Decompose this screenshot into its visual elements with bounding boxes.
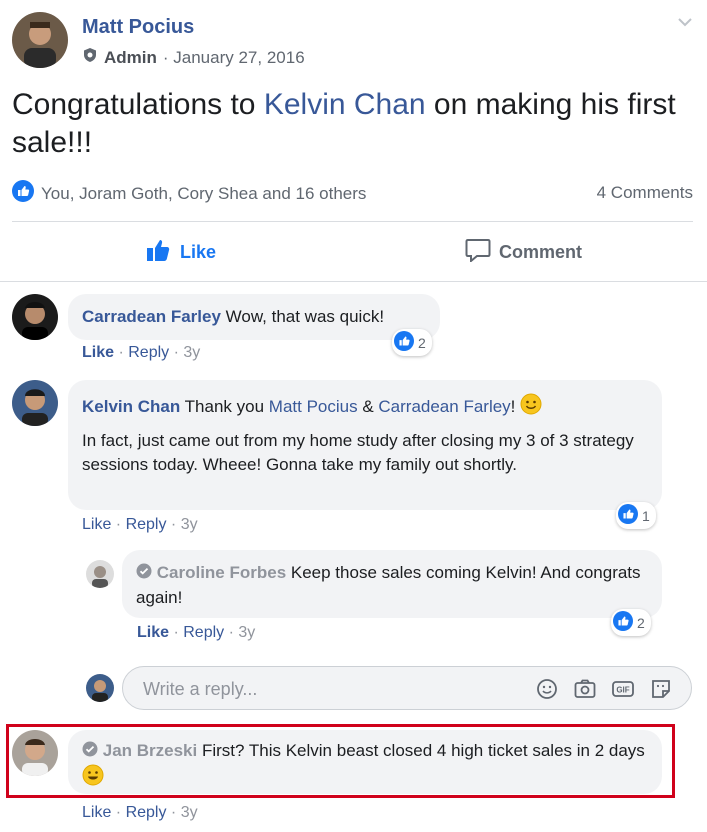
comment-like-link[interactable]: Like	[82, 516, 111, 533]
comment-time[interactable]: 3y	[238, 624, 255, 641]
comment-reply-link[interactable]: Reply	[126, 804, 167, 821]
like-label: Like	[180, 242, 217, 262]
comment-actions: Like · Reply · 3y	[82, 516, 198, 533]
comment-reply-link[interactable]: Reply	[128, 344, 169, 361]
reactions-summary[interactable]: You, Joram Goth, Cory Shea and 16 others	[12, 180, 366, 207]
reaction-count: 2	[418, 334, 426, 351]
svg-text:GIF: GIF	[616, 686, 629, 695]
comments-count[interactable]: 4 Comments	[597, 183, 693, 203]
commenter-name[interactable]: Carradean Farley	[82, 307, 221, 326]
commenter-avatar[interactable]	[12, 294, 58, 340]
admin-badge-icon	[82, 47, 98, 68]
reply-bubble: Caroline Forbes Keep those sales coming …	[122, 550, 662, 618]
post-author-name[interactable]: Matt Pocius	[82, 16, 194, 39]
divider	[12, 221, 693, 222]
comment-bubble: Kelvin Chan Thank you Matt Pocius & Carr…	[68, 380, 662, 510]
commenter-avatar[interactable]	[12, 730, 58, 776]
comment-mention[interactable]: Carradean Farley	[378, 397, 510, 416]
commenter-name[interactable]: Caroline Forbes	[157, 563, 286, 582]
like-reaction-icon	[12, 180, 34, 207]
reply-input[interactable]	[141, 678, 505, 701]
like-reaction-icon	[618, 504, 638, 527]
comment-text: Caroline Forbes Keep those sales coming …	[136, 561, 646, 610]
author-avatar[interactable]	[12, 12, 68, 68]
comment-label: Comment	[499, 242, 583, 262]
comment-reply-link[interactable]: Reply	[126, 516, 167, 533]
post-text: Congratulations to Kelvin Chan on making…	[12, 86, 692, 162]
reaction-count: 2	[637, 614, 645, 631]
post-date[interactable]: · January 27, 2016	[163, 48, 305, 68]
reaction-count: 1	[642, 507, 650, 524]
comment-bubble: Carradean Farley Wow, that was quick!	[68, 294, 440, 340]
post-meta: Admin · January 27, 2016	[82, 47, 305, 68]
emoji-icon[interactable]	[535, 677, 559, 706]
like-reaction-icon	[613, 611, 633, 634]
reactions-text[interactable]: You, Joram Goth, Cory Shea and 16 others	[41, 184, 366, 204]
comment-body: Thank you	[180, 396, 269, 416]
like-reaction-icon	[394, 331, 414, 354]
comment-like-link[interactable]: Like	[82, 804, 111, 821]
comment-actions: Like · Reply · 3y	[137, 624, 256, 641]
comment-body: Wow, that was quick!	[220, 307, 385, 326]
reply-input-box[interactable]: GIF	[122, 666, 692, 710]
comment-body: First? This Kelvin beast closed 4 high t…	[197, 741, 645, 760]
thumbs-up-icon	[146, 238, 172, 267]
comment-button[interactable]: Comment	[465, 238, 582, 267]
post-text-part: Congratulations to	[12, 88, 264, 121]
like-button[interactable]: Like	[146, 238, 216, 267]
comment-paragraph: In fact, just came out from my home stud…	[82, 431, 634, 474]
smile-emoji-icon	[520, 393, 542, 422]
comment-text: Jan Brzeski First? This Kelvin beast clo…	[82, 739, 652, 793]
commenter-avatar[interactable]	[12, 380, 58, 426]
current-user-avatar	[86, 674, 114, 702]
comment-reaction-badge[interactable]: 2	[611, 609, 651, 636]
comment-time[interactable]: 3y	[181, 804, 198, 821]
comment-time[interactable]: 3y	[183, 344, 200, 361]
comment-text: Carradean Farley Wow, that was quick!	[82, 305, 384, 329]
comment-body: &	[357, 396, 379, 416]
verified-badge-icon	[136, 562, 152, 586]
comment-mention[interactable]: Matt Pocius	[269, 397, 358, 416]
commenter-name[interactable]: Jan Brzeski	[103, 741, 198, 760]
admin-role: Admin	[104, 47, 157, 67]
commenter-avatar[interactable]	[86, 560, 114, 588]
comment-actions: Like · Reply · 3y	[82, 344, 201, 361]
commenter-name[interactable]: Kelvin Chan	[82, 397, 180, 416]
comment-like-link[interactable]: Like	[82, 344, 114, 361]
chevron-down-icon[interactable]	[677, 14, 693, 35]
verified-badge-icon	[82, 740, 98, 764]
smile-emoji-icon	[82, 764, 104, 793]
camera-icon[interactable]	[573, 677, 597, 706]
comment-reaction-badge[interactable]: 2	[392, 329, 432, 356]
comment-like-link[interactable]: Like	[137, 624, 169, 641]
divider	[0, 281, 707, 282]
gif-icon[interactable]: GIF	[611, 677, 635, 706]
comment-reply-link[interactable]: Reply	[183, 624, 224, 641]
comment-actions: Like · Reply · 3y	[82, 804, 198, 821]
comment-text: Kelvin Chan Thank you Matt Pocius & Carr…	[82, 393, 542, 422]
comment-body: !	[510, 396, 521, 416]
comment-reaction-badge[interactable]: 1	[616, 502, 656, 529]
sticker-icon[interactable]	[649, 677, 673, 706]
comment-icon	[465, 238, 491, 267]
comment-time[interactable]: 3y	[181, 516, 198, 533]
comment-bubble: Jan Brzeski First? This Kelvin beast clo…	[68, 730, 662, 794]
post-mention[interactable]: Kelvin Chan	[264, 88, 426, 121]
